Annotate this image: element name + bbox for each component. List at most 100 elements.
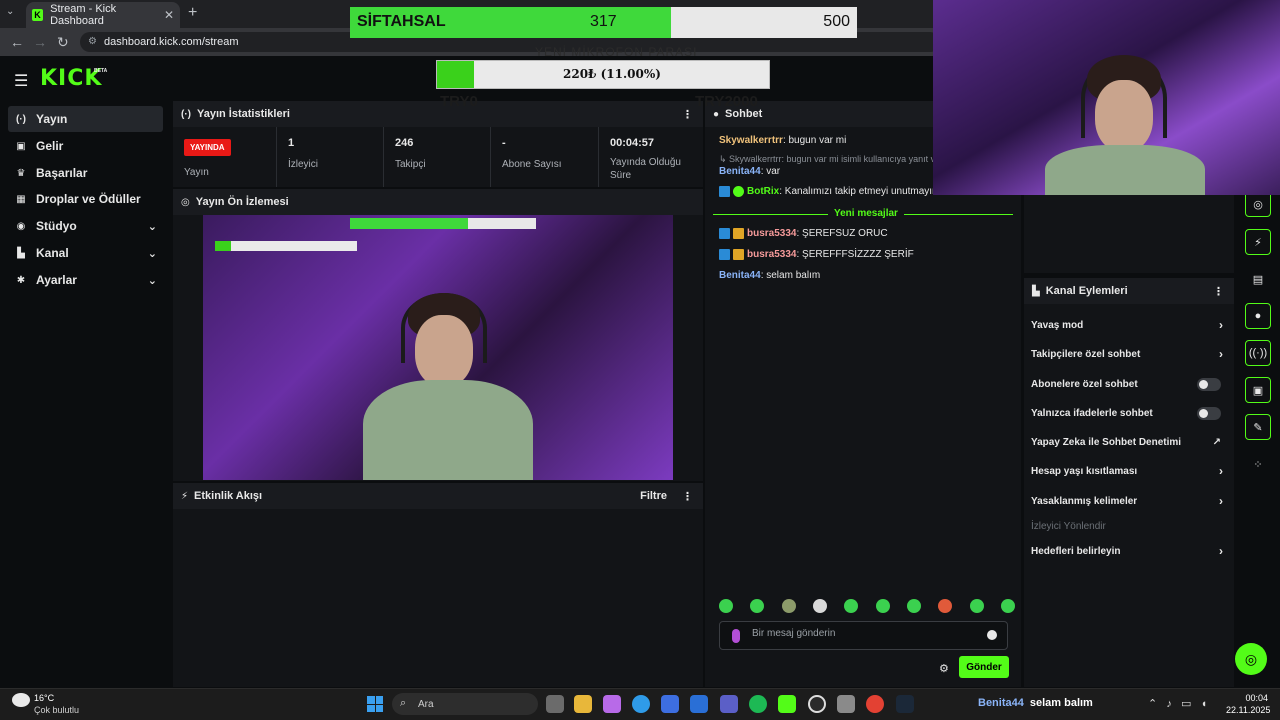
sidebar-item-gelir[interactable]: ▣ Gelir <box>8 133 163 159</box>
wrench-icon[interactable]: ✎ <box>1245 414 1271 440</box>
sidebar-item-basarilar[interactable]: ♛ Başarılar <box>8 160 163 186</box>
task-view-icon[interactable] <box>546 695 564 713</box>
site-info-icon[interactable]: ⚙ <box>88 36 97 47</box>
chevron-down-icon[interactable]: ⌄ <box>148 220 157 233</box>
action-ai-moderation[interactable]: Yapay Zeka ile Sohbet Denetimi ↗ <box>1031 432 1227 452</box>
clock-time[interactable]: 00:04 <box>1240 693 1268 703</box>
action-account-age[interactable]: Hesap yaşı kısıtlaması › <box>1031 461 1227 481</box>
file-explorer-icon[interactable] <box>574 695 592 713</box>
lightning-icon[interactable]: ⚡ <box>1245 229 1271 255</box>
emotes-only-toggle[interactable] <box>1197 406 1221 420</box>
action-label: Yavaş mod <box>1031 319 1084 331</box>
sidebar-item-studyo[interactable]: ◉ Stüdyo ⌄ <box>8 213 163 239</box>
sidebar-item-label: Kanal <box>36 246 69 260</box>
emote-icon[interactable] <box>812 599 827 613</box>
action-followers-only[interactable]: Takipçilere özel sohbet › <box>1031 344 1227 364</box>
emote-icon[interactable] <box>719 599 733 613</box>
clock-date[interactable]: 22.11.2025 <box>1226 705 1270 715</box>
chat-message[interactable]: Benita44: var <box>719 166 780 177</box>
chat-username[interactable]: Benita44 <box>719 270 761 281</box>
emote-icon[interactable] <box>969 599 984 613</box>
system-tray[interactable]: ⌃ ♪ ▭ ◖ <box>1148 697 1207 710</box>
outlook-icon[interactable] <box>690 695 708 713</box>
menu-icon[interactable]: ☰ <box>14 71 28 91</box>
search-label: Ara <box>418 698 434 710</box>
sidebar-item-yayin[interactable]: (·) Yayın <box>8 106 163 132</box>
chevron-down-icon[interactable]: ⌄ <box>148 274 157 287</box>
chat-username[interactable]: busra5334 <box>747 228 796 239</box>
action-banned-words[interactable]: Yasaklanmış kelimeler › <box>1031 491 1227 511</box>
filter-button[interactable]: Filtre <box>640 490 667 502</box>
teams-icon[interactable] <box>720 695 738 713</box>
chat-username[interactable]: Benita44 <box>719 166 761 177</box>
emote-icon[interactable] <box>844 599 859 613</box>
emote-icon[interactable] <box>938 599 953 613</box>
emoji-icon[interactable] <box>987 630 997 640</box>
channel-actions-header: ▙ Kanal Eylemleri ⋮ <box>1024 278 1234 304</box>
obs-icon[interactable] <box>808 695 826 713</box>
chat-message[interactable]: BotRix: Kanalımızı takip etmeyi unutmayı… <box>719 186 940 197</box>
reload-icon[interactable]: ↻ <box>57 34 69 51</box>
sidebar-item-droplar[interactable]: ▦ Droplar ve Ödüller <box>8 186 163 212</box>
sidebar-item-label: Ayarlar <box>36 273 77 287</box>
emote-icon[interactable] <box>750 599 765 613</box>
back-icon[interactable]: ← <box>10 34 24 50</box>
browser-tab[interactable]: K Stream - Kick Dashboard ✕ <box>26 2 180 28</box>
sidebar-item-kanal[interactable]: ▙ Kanal ⌄ <box>8 240 163 266</box>
settings-app-icon[interactable] <box>837 695 855 713</box>
cloud-icon[interactable] <box>12 693 30 707</box>
emote-icon[interactable] <box>875 599 890 613</box>
tab-close-icon[interactable]: ✕ <box>164 8 174 22</box>
steam-icon[interactable] <box>896 695 914 713</box>
broadcast-icon[interactable]: ((·)) <box>1245 340 1271 366</box>
more-options-icon[interactable]: ⋮ <box>1213 285 1224 298</box>
emote-icon[interactable] <box>781 599 796 613</box>
help-chat-button[interactable]: ◎ <box>1235 643 1267 675</box>
chat-input[interactable] <box>752 628 972 639</box>
spotify-icon[interactable] <box>749 695 767 713</box>
store-icon[interactable] <box>661 695 679 713</box>
add-widget-icon[interactable]: ⁘ <box>1245 451 1271 477</box>
notes-icon[interactable]: ▤ <box>1245 266 1271 292</box>
subscribers-only-toggle[interactable] <box>1197 377 1221 391</box>
emote-icon[interactable] <box>906 599 921 613</box>
chat-reply-context[interactable]: ↳ Skywalkerrtrr: bugun var mi isimli kul… <box>719 154 940 165</box>
microphone-icon[interactable] <box>732 629 740 643</box>
windows-start-icon[interactable] <box>367 696 383 712</box>
chat-message[interactable]: busra5334: ŞEREFSUZ ORUC <box>719 228 888 239</box>
stream-video[interactable] <box>203 215 673 480</box>
more-options-icon[interactable]: ⋮ <box>682 108 693 121</box>
stat-label: Yayında Olduğu Süre <box>610 157 681 181</box>
action-set-goals[interactable]: Hedefleri belirleyin › <box>1031 541 1227 561</box>
weather-description[interactable]: Çok bulutlu <box>34 705 79 715</box>
send-button[interactable]: Gönder <box>959 656 1009 678</box>
new-tab-button[interactable]: + <box>188 4 197 22</box>
chat-bubble-icon[interactable]: ● <box>1245 303 1271 329</box>
kick-app-icon[interactable] <box>778 695 796 713</box>
sidebar-item-ayarlar[interactable]: ✱ Ayarlar ⌄ <box>8 267 163 293</box>
tab-search-icon[interactable]: ⌄ <box>6 6 14 17</box>
chat-username[interactable]: Skywalkerrtrr <box>719 135 783 146</box>
moderator-badge-icon <box>719 228 730 239</box>
chat-username[interactable]: BotRix <box>747 186 779 197</box>
more-options-icon[interactable]: ⋮ <box>682 490 693 503</box>
chat-message[interactable]: busra5334: ŞEREFFFSİZZZZ ŞERİF <box>719 249 914 260</box>
action-slow-mode[interactable]: Yavaş mod › <box>1031 315 1227 335</box>
chat-input-box[interactable] <box>719 621 1008 650</box>
weather-temperature[interactable]: 16°C <box>34 693 54 703</box>
forward-icon[interactable]: → <box>33 34 47 50</box>
chat-username[interactable]: busra5334 <box>747 249 796 260</box>
copilot-icon[interactable] <box>603 695 621 713</box>
edge-icon[interactable] <box>632 695 650 713</box>
sidebar: (·) Yayın ▣ Gelir ♛ Başarılar ▦ Droplar … <box>0 100 170 688</box>
new-messages-divider[interactable]: Yeni mesajlar <box>713 208 1013 220</box>
chrome-icon[interactable] <box>866 695 884 713</box>
emote-icon[interactable] <box>1000 599 1015 613</box>
chat-message[interactable]: Skywalkerrtrr: bugun var mi <box>719 135 846 146</box>
taskbar-search[interactable]: ⌕ Ara <box>392 693 538 715</box>
chat-notification[interactable]: Benita44 selam balım <box>978 697 1093 709</box>
chevron-down-icon[interactable]: ⌄ <box>148 247 157 260</box>
chat-message[interactable]: Benita44: selam balım <box>719 270 820 281</box>
chat-settings-icon[interactable]: ⚙ <box>939 662 949 675</box>
layout-icon[interactable]: ▣ <box>1245 377 1271 403</box>
